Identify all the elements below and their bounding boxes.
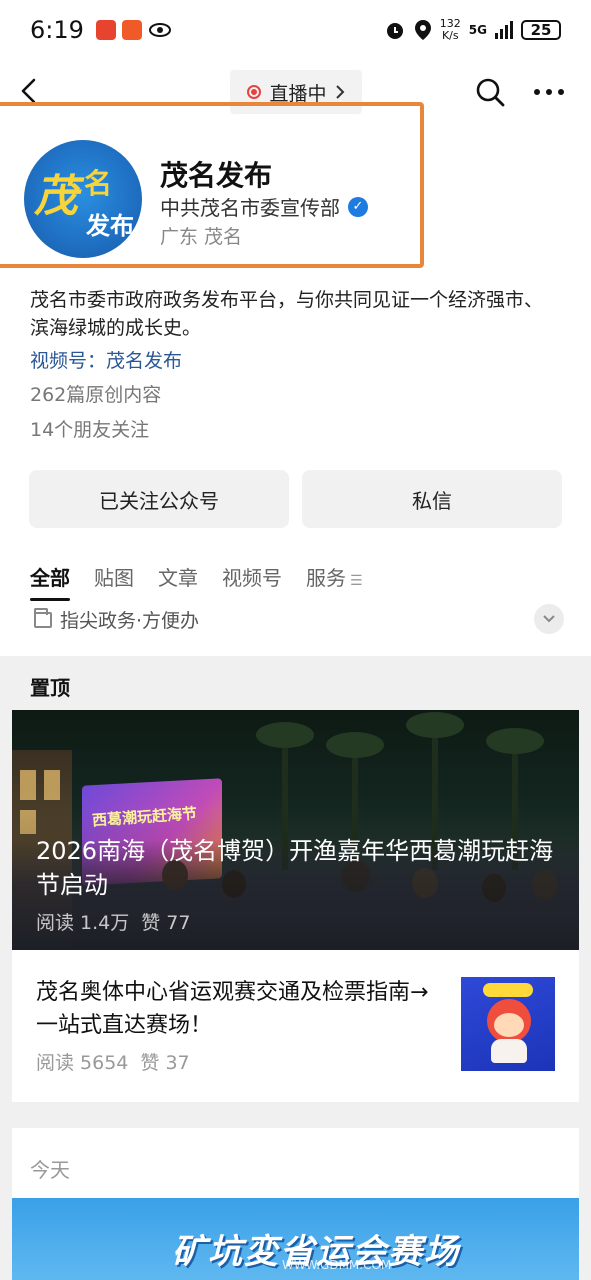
video-channel-prefix: 视频号： bbox=[30, 350, 107, 372]
mascot-face bbox=[494, 1013, 524, 1037]
account-org-label: 中共茂名市委宣传部 bbox=[160, 196, 340, 220]
followed-button[interactable]: 已关注公众号 bbox=[29, 470, 289, 528]
like-count: 赞 77 bbox=[141, 912, 191, 934]
service-menu-label: 指尖政务·方便办 bbox=[60, 610, 200, 632]
battery-icon: 25 bbox=[521, 20, 561, 40]
eye-icon bbox=[148, 23, 171, 37]
mascot-badge bbox=[483, 983, 533, 997]
account-org[interactable]: 中共茂名市委宣传部 ✓ bbox=[160, 192, 368, 221]
logo-char-1: 茂 bbox=[34, 171, 78, 222]
location-icon bbox=[414, 20, 431, 40]
message-button[interactable]: 私信 bbox=[302, 470, 562, 528]
menu-icon: ☰ bbox=[350, 573, 363, 589]
tab-images[interactable]: 贴图 bbox=[94, 562, 134, 591]
article-title[interactable]: 茂名奥体中心省运观赛交通及检票指南→一站式直达赛场！ bbox=[36, 976, 446, 1042]
notification-app-icon bbox=[95, 20, 116, 40]
read-count: 阅读 1.4万 bbox=[36, 912, 130, 934]
article-thumbnail[interactable] bbox=[461, 977, 555, 1071]
status-time: 6:19 bbox=[30, 16, 84, 44]
tab-services-label: 服务 bbox=[306, 566, 346, 590]
account-avatar[interactable]: 茂 名 发布 bbox=[24, 140, 142, 258]
hero-window bbox=[44, 770, 60, 800]
more-icon[interactable] bbox=[532, 80, 566, 104]
article-stats: 阅读 5654 赞 37 bbox=[36, 1048, 190, 1075]
expand-button[interactable] bbox=[534, 604, 564, 634]
logo-char-2: 名 bbox=[84, 167, 113, 200]
notification-app-icon-2 bbox=[121, 20, 142, 40]
pinned-label: 置顶 bbox=[30, 676, 70, 700]
net-speed-unit: K/s bbox=[441, 29, 459, 42]
tab-articles[interactable]: 文章 bbox=[158, 562, 198, 591]
video-channel-name: 茂名发布 bbox=[106, 350, 183, 372]
chevron-right-icon bbox=[335, 85, 344, 99]
chevron-down-icon bbox=[543, 615, 555, 623]
account-location: 广东 茂名 bbox=[160, 226, 243, 248]
today-article-banner[interactable]: 矿坑変省运会赛场 WWW.GDMM.COM bbox=[12, 1198, 579, 1280]
account-intro: 茂名市委市政府政务发布平台，与你共同见证一个经济强市、滨海绿城的成长史。 bbox=[30, 289, 544, 339]
network-type: 5G bbox=[468, 23, 487, 37]
friends-following[interactable]: 14个朋友关注 bbox=[30, 415, 149, 442]
today-label: 今天 bbox=[30, 1158, 70, 1182]
read-count: 阅读 5654 bbox=[36, 1052, 129, 1074]
video-channel-link[interactable]: 视频号：茂名发布 bbox=[30, 346, 182, 373]
like-count: 赞 37 bbox=[140, 1052, 190, 1074]
account-name: 茂名发布 bbox=[160, 159, 273, 192]
hero-window bbox=[20, 770, 36, 800]
tab-services[interactable]: 服务 ☰ bbox=[306, 562, 363, 591]
pinned-article-title: 2026南海（茂名博贺）开渔嘉年华西葛潮玩赶海节启动 bbox=[36, 837, 554, 899]
live-dot-icon bbox=[247, 85, 262, 99]
original-count[interactable]: 262篇原创内容 bbox=[30, 380, 161, 407]
alarm-icon bbox=[386, 23, 403, 39]
mascot-body bbox=[491, 1039, 527, 1063]
signal-icon bbox=[495, 21, 513, 39]
content-tabs: 全部 贴图 文章 视频号 服务 ☰ bbox=[30, 562, 363, 601]
pinned-card: 西葛潮玩赶海节 2026南海（茂名博贺）开渔嘉年华西葛潮玩赶海节启动 阅读 1.… bbox=[12, 710, 579, 1102]
folder-icon bbox=[34, 607, 52, 628]
logo-char-3: 发布 bbox=[86, 211, 134, 240]
service-menu[interactable]: 指尖政务·方便办 bbox=[34, 606, 199, 633]
pinned-article-hero[interactable]: 西葛潮玩赶海节 2026南海（茂名博贺）开渔嘉年华西葛潮玩赶海节启动 阅读 1.… bbox=[12, 710, 579, 950]
status-right: 132 K/s 5G 25 bbox=[384, 18, 561, 42]
tab-video[interactable]: 视频号 bbox=[222, 562, 282, 591]
net-speed: 132 K/s bbox=[440, 18, 461, 42]
pinned-article-stats: 阅读 1.4万 赞 77 bbox=[36, 908, 190, 935]
watermark: WWW.GDMM.COM bbox=[282, 1258, 392, 1272]
search-icon[interactable] bbox=[474, 76, 506, 108]
status-bar: 6:19 132 K/s 5G 25 bbox=[0, 0, 591, 60]
verified-icon: ✓ bbox=[348, 196, 368, 217]
tab-all[interactable]: 全部 bbox=[30, 562, 70, 601]
today-card: 今天 矿坑変省运会赛场 WWW.GDMM.COM bbox=[12, 1128, 579, 1280]
